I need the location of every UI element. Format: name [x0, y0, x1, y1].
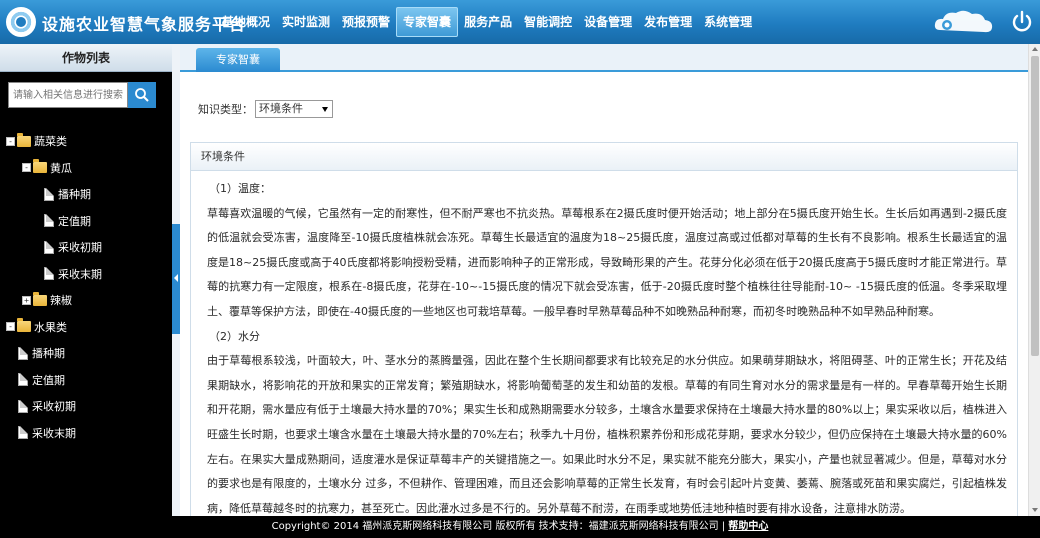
tree-node-label: 采收末期 [58, 267, 102, 281]
tree-leaf-sowing[interactable]: 播种期 [0, 340, 172, 367]
nav-item-expert-advice[interactable]: 专家智囊 [396, 7, 459, 37]
nav-item-smart-control[interactable]: 智能调控 [518, 7, 578, 37]
tree-node-label: 辣椒 [50, 294, 72, 308]
knowledge-type-select[interactable]: 环境条件 [255, 100, 333, 118]
collapse-toggle-icon[interactable]: - [6, 322, 15, 332]
top-header: 设施农业智慧气象服务平台 基地概况 实时监测 预报预警 专家智囊 服务产品 智能… [0, 0, 1040, 44]
tree-leaf-late-harvest[interactable]: 采收末期 [0, 261, 172, 288]
nav-item-realtime-monitoring[interactable]: 实时监测 [276, 7, 336, 37]
crop-search-input[interactable] [8, 82, 128, 108]
tree-leaf-late-harvest[interactable]: 采收末期 [0, 420, 172, 447]
nav-item-service-products[interactable]: 服务产品 [458, 7, 518, 37]
tree-node-label: 定值期 [58, 214, 91, 228]
scroll-up-arrow-icon[interactable] [1032, 47, 1038, 51]
page-icon [44, 240, 54, 254]
tree-leaf-early-harvest[interactable]: 采收初期 [0, 393, 172, 420]
copyright-text: Copyright© 2014 福州派克斯网络科技有限公司 版权所有 技术支持：… [271, 521, 729, 532]
folder-open-icon [33, 159, 47, 174]
search-button[interactable] [128, 82, 156, 108]
folder-open-icon [17, 132, 31, 147]
main-nav: 基地概况 实时监测 预报预警 专家智囊 服务产品 智能调控 设备管理 发布管理 … [216, 7, 758, 37]
crop-sidebar: 作物列表 - 蔬菜类 - 黄瓜 播种期 定值期 [0, 44, 172, 516]
page-icon [18, 373, 28, 387]
nav-item-base-overview[interactable]: 基地概况 [216, 7, 276, 37]
sidebar-title: 作物列表 [0, 44, 172, 72]
tab-bar: 专家智囊 [180, 44, 1028, 72]
tree-node-cucumber[interactable]: - 黄瓜 [0, 155, 172, 182]
page-footer: Copyright© 2014 福州派克斯网络科技有限公司 版权所有 技术支持：… [0, 516, 1040, 538]
nav-item-forecast-warning[interactable]: 预报预警 [336, 7, 396, 37]
tree-node-label: 定值期 [32, 373, 65, 387]
tree-node-label: 播种期 [32, 347, 65, 361]
expand-toggle-icon[interactable]: + [22, 295, 31, 305]
tree-leaf-planting[interactable]: 定值期 [0, 367, 172, 394]
sidebar-collapse-handle[interactable] [172, 224, 180, 334]
section-text: 由于草莓根系较浅，叶面较大，叶、茎水分的蒸腾量强，因此在整个生长期间都要求有比较… [207, 354, 1007, 515]
panel-body: （1）温度： 草莓喜欢温暖的气候，它虽然有一定的耐寒性，但不耐严寒也不抗炎热。草… [191, 171, 1017, 521]
page-icon [44, 214, 54, 228]
tab-expert-advice[interactable]: 专家智囊 [196, 48, 280, 72]
tree-leaf-early-harvest[interactable]: 采收初期 [0, 234, 172, 261]
nav-item-publish-management[interactable]: 发布管理 [638, 7, 698, 37]
scroll-thumb[interactable] [1031, 56, 1039, 356]
nav-item-device-management[interactable]: 设备管理 [578, 7, 638, 37]
platform-logo-icon [6, 7, 36, 37]
tree-node-label: 黄瓜 [50, 161, 72, 175]
folder-open-icon [17, 318, 31, 333]
help-center-link[interactable]: 帮助中心 [728, 521, 768, 532]
power-logout-icon[interactable] [1010, 10, 1034, 34]
tree-node-label: 水果类 [34, 320, 67, 334]
page-icon [44, 267, 54, 281]
tree-node-label: 播种期 [58, 188, 91, 202]
tree-node-label: 蔬菜类 [34, 135, 67, 149]
nav-item-system-management[interactable]: 系统管理 [698, 7, 758, 37]
section-text: 草莓喜欢温暖的气候，它虽然有一定的耐寒性，但不耐严寒也不抗炎热。草莓根系在2摄氏… [207, 206, 1007, 318]
knowledge-type-filter: 知识类型： 环境条件 [198, 100, 333, 118]
brand-cloud-logo-icon [934, 10, 993, 33]
collapse-toggle-icon[interactable]: - [6, 136, 15, 146]
section-title: （1）温度： [209, 182, 271, 195]
tree-leaf-planting[interactable]: 定值期 [0, 208, 172, 235]
vertical-scrollbar[interactable] [1028, 44, 1040, 516]
page-icon [18, 399, 28, 413]
tree-node-fruits[interactable]: - 水果类 [0, 314, 172, 341]
tree-node-vegetables[interactable]: - 蔬菜类 [0, 128, 172, 155]
panel-title: 环境条件 [191, 143, 1017, 171]
page-icon [18, 346, 28, 360]
crop-search-box [8, 82, 158, 110]
section-title: （2）水分 [209, 329, 260, 343]
folder-closed-icon [33, 291, 47, 306]
page-icon [18, 426, 28, 440]
filter-label: 知识类型： [198, 103, 253, 116]
search-icon [135, 88, 149, 102]
tree-node-label: 采收末期 [32, 426, 76, 440]
scroll-down-arrow-icon[interactable] [1032, 508, 1038, 512]
crop-tree: - 蔬菜类 - 黄瓜 播种期 定值期 采收初期 采收末期 + 辣椒 - 水果类 … [0, 128, 172, 446]
content-panel: 环境条件 （1）温度： 草莓喜欢温暖的气候，它虽然有一定的耐寒性，但不耐严寒也不… [190, 142, 1018, 516]
main-content: 专家智囊 知识类型： 环境条件 环境条件 （1）温度： 草莓喜欢温暖的气候，它虽… [180, 44, 1028, 516]
page-icon [44, 187, 54, 201]
tree-node-label: 采收初期 [32, 400, 76, 414]
tree-leaf-sowing[interactable]: 播种期 [0, 181, 172, 208]
tree-node-pepper[interactable]: + 辣椒 [0, 287, 172, 314]
tree-node-label: 采收初期 [58, 241, 102, 255]
collapse-toggle-icon[interactable]: - [22, 163, 31, 173]
